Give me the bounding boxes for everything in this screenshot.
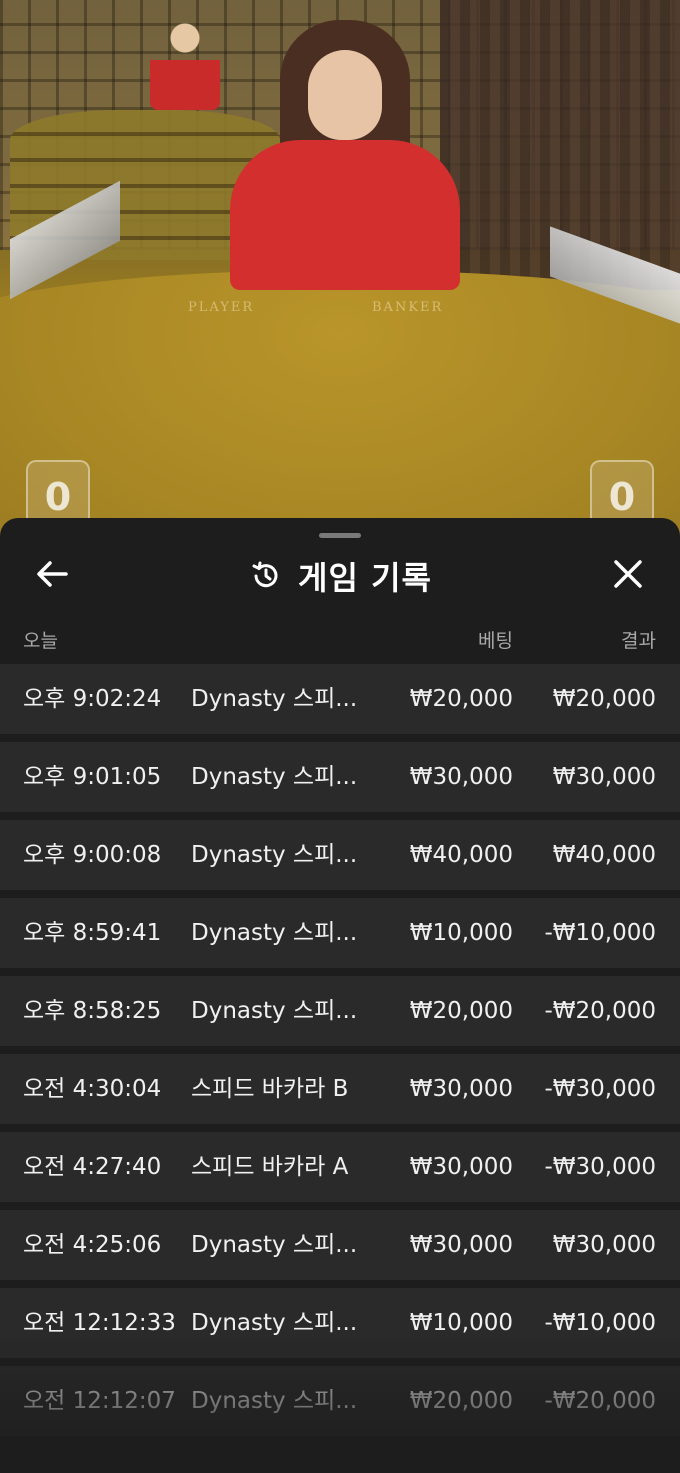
history-list[interactable]: 오후 9:02:24 Dynasty 스피... ₩20,000 ₩20,000… <box>0 664 680 1444</box>
row-time: 오후 8:58:25 <box>23 998 162 1024</box>
row-game: Dynasty 스피... <box>191 764 358 790</box>
arrow-left-icon <box>35 560 69 592</box>
row-result: ₩20,000 <box>552 686 656 712</box>
history-row[interactable]: 오후 8:58:25 Dynasty 스피... ₩20,000 -₩20,00… <box>0 976 680 1046</box>
row-time: 오전 4:27:40 <box>23 1154 162 1180</box>
close-button[interactable] <box>606 554 650 598</box>
history-row[interactable]: 오후 9:01:05 Dynasty 스피... ₩30,000 ₩30,000 <box>0 742 680 812</box>
row-game: Dynasty 스피... <box>191 920 358 946</box>
table-label-player: PLAYER <box>188 300 255 315</box>
row-game: 스피드 바카라 B <box>191 1076 349 1102</box>
history-row[interactable]: 오전 12:12:33 Dynasty 스피... ₩10,000 -₩10,0… <box>0 1288 680 1358</box>
dealer-dress <box>230 140 460 290</box>
history-row[interactable]: 오전 4:25:06 Dynasty 스피... ₩30,000 ₩30,000 <box>0 1210 680 1280</box>
history-row[interactable]: 오후 9:02:24 Dynasty 스피... ₩20,000 ₩20,000 <box>0 664 680 734</box>
row-bet: ₩30,000 <box>409 764 513 790</box>
row-bet: ₩10,000 <box>409 1310 513 1336</box>
row-bet: ₩20,000 <box>409 1388 513 1414</box>
history-row[interactable]: 오전 12:12:07 Dynasty 스피... ₩20,000 -₩20,0… <box>0 1366 680 1436</box>
history-row[interactable]: 오후 8:59:41 Dynasty 스피... ₩10,000 -₩10,00… <box>0 898 680 968</box>
column-date-today: 오늘 <box>23 630 58 652</box>
dealer-face <box>308 50 382 140</box>
history-row[interactable]: 오전 4:27:40 스피드 바카라 A ₩30,000 -₩30,000 <box>0 1132 680 1202</box>
row-bet: ₩40,000 <box>409 842 513 868</box>
row-bet: ₩30,000 <box>409 1076 513 1102</box>
row-result: -₩20,000 <box>544 1388 656 1414</box>
column-bet: 베팅 <box>478 630 513 652</box>
history-row[interactable]: 오후 9:00:08 Dynasty 스피... ₩40,000 ₩40,000 <box>0 820 680 890</box>
row-time: 오전 12:12:07 <box>23 1388 176 1414</box>
history-row[interactable]: 오전 4:30:04 스피드 바카라 B ₩30,000 -₩30,000 <box>0 1054 680 1124</box>
close-icon <box>612 558 644 594</box>
history-clock-icon <box>248 558 284 594</box>
table-label-banker: BANKER <box>372 300 444 315</box>
sheet-title-group: 게임 기록 <box>0 548 680 604</box>
row-result: -₩30,000 <box>544 1076 656 1102</box>
row-time: 오후 9:02:24 <box>23 686 162 712</box>
sheet-drag-handle[interactable] <box>319 533 361 538</box>
row-bet: ₩20,000 <box>409 998 513 1024</box>
row-time: 오후 9:00:08 <box>23 842 162 868</box>
row-game: Dynasty 스피... <box>191 686 358 712</box>
back-button[interactable] <box>30 554 74 598</box>
row-bet: ₩30,000 <box>409 1232 513 1258</box>
dealer <box>220 20 470 290</box>
row-bet: ₩20,000 <box>409 686 513 712</box>
row-result: -₩10,000 <box>544 1310 656 1336</box>
row-result: -₩30,000 <box>544 1154 656 1180</box>
row-game: Dynasty 스피... <box>191 1388 358 1414</box>
row-bet: ₩30,000 <box>409 1154 513 1180</box>
row-result: ₩30,000 <box>552 1232 656 1258</box>
game-history-sheet: 게임 기록 오늘 베팅 결과 오후 9:02:24 Dynasty 스피... <box>0 518 680 1473</box>
row-bet: ₩10,000 <box>409 920 513 946</box>
sheet-title: 게임 기록 <box>298 559 432 597</box>
row-game: Dynasty 스피... <box>191 1310 358 1336</box>
row-result: -₩10,000 <box>544 920 656 946</box>
column-result: 결과 <box>621 630 656 652</box>
baccarat-table <box>0 270 680 560</box>
row-time: 오후 9:01:05 <box>23 764 162 790</box>
row-result: ₩40,000 <box>552 842 656 868</box>
row-game: 스피드 바카라 A <box>191 1154 349 1180</box>
row-game: Dynasty 스피... <box>191 998 358 1024</box>
history-column-header: 오늘 베팅 결과 <box>0 624 680 654</box>
background-dealer <box>150 20 220 110</box>
live-video-feed: PLAYER BANKER 0 0 <box>0 0 680 560</box>
row-result: -₩20,000 <box>544 998 656 1024</box>
row-result: ₩30,000 <box>552 764 656 790</box>
row-time: 오후 8:59:41 <box>23 920 162 946</box>
row-game: Dynasty 스피... <box>191 1232 358 1258</box>
row-time: 오전 12:12:33 <box>23 1310 176 1336</box>
row-game: Dynasty 스피... <box>191 842 358 868</box>
row-time: 오전 4:25:06 <box>23 1232 162 1258</box>
row-time: 오전 4:30:04 <box>23 1076 162 1102</box>
sheet-header: 게임 기록 <box>0 548 680 604</box>
